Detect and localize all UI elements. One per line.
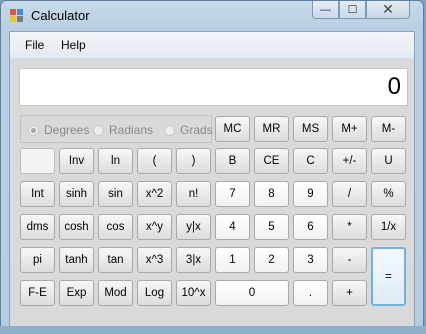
title-bar[interactable]: Calculator — ☐ ✕ [1,1,423,31]
cube-root-button[interactable]: 3|x [176,247,211,273]
sinh-button[interactable]: sinh [59,181,94,207]
m-plus-button[interactable]: M+ [332,116,367,142]
equals-button[interactable]: = [371,247,406,306]
cos-button[interactable]: cos [98,214,133,240]
mc-button[interactable]: MC [215,116,250,142]
mr-button[interactable]: MR [254,116,289,142]
radio-radians-label: Radians [109,123,154,137]
digit-0-button[interactable]: 0 [215,280,289,306]
add-button[interactable]: + [332,280,367,306]
ten-power-x-button[interactable]: 10^x [176,280,211,306]
radio-grads-dot [164,124,175,136]
radio-radians-dot [93,124,104,136]
decimal-button[interactable]: . [293,280,328,306]
reciprocal-button[interactable]: 1/x [371,214,406,240]
factorial-button[interactable]: n! [176,181,211,207]
left-paren-button[interactable]: ( [137,148,172,174]
digit-8-button[interactable]: 8 [254,181,289,207]
calculator-window: Calculator — ☐ ✕ File Help 0 Degrees Rad… [0,0,424,333]
log-button[interactable]: Log [137,280,172,306]
y-root-x-button[interactable]: y|x [176,214,211,240]
digit-7-button[interactable]: 7 [215,181,250,207]
m-minus-button[interactable]: M- [371,116,406,142]
divide-button[interactable]: / [332,181,367,207]
dms-button[interactable]: dms [20,214,55,240]
percent-button[interactable]: % [371,181,406,207]
blank-button[interactable] [20,148,55,174]
backspace-button[interactable]: B [215,148,250,174]
fe-button[interactable]: F-E [20,280,55,306]
digit-9-button[interactable]: 9 [293,181,328,207]
clear-button[interactable]: C [293,148,328,174]
calculator-body: 0 Degrees Radians Grads MC MR MS M+ M- I… [10,59,414,326]
inv-button[interactable]: Inv [59,148,94,174]
int-button[interactable]: Int [20,181,55,207]
right-paren-button[interactable]: ) [176,148,211,174]
maximize-icon: ☐ [347,4,358,16]
pi-button[interactable]: pi [20,247,55,273]
radio-degrees[interactable]: Degrees [28,123,89,137]
tanh-button[interactable]: tanh [59,247,94,273]
menu-help[interactable]: Help [61,38,86,52]
ms-button[interactable]: MS [293,116,328,142]
plus-minus-button[interactable]: +/- [332,148,367,174]
digit-5-button[interactable]: 5 [254,214,289,240]
ln-button[interactable]: ln [98,148,133,174]
radio-grads-label: Grads [180,123,213,137]
x-cubed-button[interactable]: x^3 [137,247,172,273]
x-power-y-button[interactable]: x^y [137,214,172,240]
angle-mode-group: Degrees Radians Grads [20,115,213,143]
mod-button[interactable]: Mod [98,280,133,306]
ce-button[interactable]: CE [254,148,289,174]
multiply-button[interactable]: * [332,214,367,240]
window-title: Calculator [31,8,90,23]
calculator-app-icon [10,9,24,23]
x-squared-button[interactable]: x^2 [137,181,172,207]
client-area: File Help 0 Degrees Radians Grads MC MR … [9,31,415,327]
close-icon: ✕ [382,1,394,17]
radio-radians[interactable]: Radians [93,123,153,137]
digit-4-button[interactable]: 4 [215,214,250,240]
tan-button[interactable]: tan [98,247,133,273]
sqrt-button[interactable]: U [371,148,406,174]
radio-degrees-dot [28,124,39,136]
sin-button[interactable]: sin [98,181,133,207]
menu-file[interactable]: File [25,38,44,52]
digit-6-button[interactable]: 6 [293,214,328,240]
desktop-background-strip [0,326,426,334]
minimize-button[interactable]: — [312,1,339,19]
result-display: 0 [19,68,408,106]
radio-degrees-label: Degrees [44,123,90,137]
caption-buttons: — ☐ ✕ [312,1,410,21]
digit-3-button[interactable]: 3 [293,247,328,273]
close-button[interactable]: ✕ [366,1,410,19]
cosh-button[interactable]: cosh [59,214,94,240]
subtract-button[interactable]: - [332,247,367,273]
menu-bar: File Help [10,32,414,59]
maximize-button[interactable]: ☐ [339,1,366,19]
radio-grads[interactable]: Grads [164,123,213,137]
digit-2-button[interactable]: 2 [254,247,289,273]
minimize-icon: — [320,3,331,16]
exp-button[interactable]: Exp [59,280,94,306]
digit-1-button[interactable]: 1 [215,247,250,273]
